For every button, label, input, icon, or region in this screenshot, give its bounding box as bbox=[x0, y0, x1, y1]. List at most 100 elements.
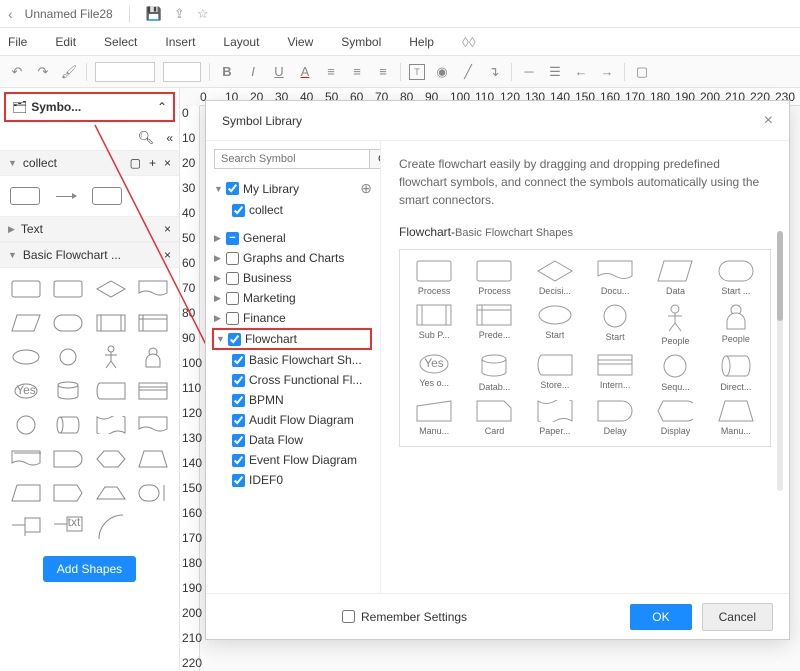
palette-shape[interactable] bbox=[135, 412, 171, 438]
palette-shape[interactable] bbox=[135, 378, 171, 404]
palette-shape[interactable] bbox=[93, 480, 129, 506]
preview-shape[interactable]: Datab... bbox=[466, 354, 522, 392]
palette-shape[interactable] bbox=[50, 446, 86, 472]
preview-shape[interactable]: Delay bbox=[587, 400, 643, 436]
palette-shape[interactable] bbox=[50, 310, 86, 336]
menu-edit[interactable]: Edit bbox=[55, 35, 76, 49]
tree-flowchart[interactable]: ▼Flowchart bbox=[212, 328, 372, 350]
line-icon[interactable]: ╱ bbox=[459, 64, 477, 80]
palette-shape[interactable] bbox=[8, 310, 44, 336]
preview-shape[interactable]: Data bbox=[647, 260, 703, 296]
preview-shape[interactable]: Prede... bbox=[466, 304, 522, 346]
palette-shape[interactable] bbox=[93, 446, 129, 472]
cancel-button[interactable]: Cancel bbox=[702, 603, 773, 631]
scrollbar[interactable] bbox=[777, 231, 783, 491]
preview-shape[interactable]: People bbox=[647, 304, 703, 346]
export-icon[interactable]: ⇪ bbox=[174, 6, 185, 22]
palette-shape[interactable] bbox=[135, 310, 171, 336]
palette-shape[interactable] bbox=[8, 344, 44, 370]
palette-shape[interactable] bbox=[93, 514, 129, 540]
palette-shape[interactable] bbox=[135, 446, 171, 472]
palette-shape[interactable] bbox=[50, 378, 86, 404]
preview-shape[interactable]: Sub P... bbox=[406, 304, 462, 346]
tree-graphs[interactable]: ▶Graphs and Charts bbox=[214, 248, 372, 268]
preview-shape[interactable]: Manu... bbox=[708, 400, 764, 436]
palette-shape[interactable] bbox=[50, 480, 86, 506]
palette-shape[interactable] bbox=[8, 412, 44, 438]
tree-collect[interactable]: collect bbox=[232, 200, 372, 220]
tree-sub[interactable]: IDEF0 bbox=[232, 470, 372, 490]
line-style-icon[interactable]: ─ bbox=[520, 64, 538, 79]
palette-shape[interactable] bbox=[50, 344, 86, 370]
preview-shape[interactable]: Process bbox=[406, 260, 462, 296]
menu-help[interactable]: Help bbox=[409, 35, 434, 49]
edit-icon[interactable]: ▢ bbox=[130, 156, 141, 170]
tree-general[interactable]: ▶−General bbox=[214, 228, 372, 248]
paint-icon[interactable]: 🖌 bbox=[60, 64, 78, 80]
shape-process[interactable] bbox=[10, 187, 40, 205]
arrow-start-icon[interactable]: ← bbox=[572, 64, 590, 79]
font-select[interactable] bbox=[95, 62, 155, 82]
palette-shape[interactable] bbox=[135, 344, 171, 370]
preview-shape[interactable]: Docu... bbox=[587, 260, 643, 296]
undo-icon[interactable]: ↶ bbox=[8, 64, 26, 80]
palette-shape[interactable]: txt bbox=[50, 514, 86, 540]
tree-sub[interactable]: BPMN bbox=[232, 390, 372, 410]
tree-sub[interactable]: Data Flow bbox=[232, 430, 372, 450]
palette-shape[interactable] bbox=[93, 378, 129, 404]
preview-shape[interactable]: Start bbox=[587, 304, 643, 346]
search-icon[interactable]: ◊◊ bbox=[462, 34, 476, 50]
close-icon[interactable]: × bbox=[164, 248, 171, 262]
palette-shape[interactable] bbox=[8, 276, 44, 302]
preview-shape[interactable]: Process bbox=[466, 260, 522, 296]
fill-icon[interactable]: ◉ bbox=[433, 64, 451, 80]
palette-shape[interactable] bbox=[50, 276, 86, 302]
palette-shape[interactable] bbox=[93, 344, 129, 370]
size-select[interactable] bbox=[163, 62, 201, 82]
line-weight-icon[interactable]: ☰ bbox=[546, 64, 564, 80]
close-icon[interactable]: × bbox=[764, 112, 773, 130]
shape-process-2[interactable] bbox=[92, 187, 122, 205]
preview-shape[interactable]: YesYes o... bbox=[406, 354, 462, 392]
save-icon[interactable]: 💾 bbox=[146, 6, 162, 22]
tree-sub[interactable]: Audit Flow Diagram bbox=[232, 410, 372, 430]
connector-icon[interactable]: ↴ bbox=[485, 64, 503, 80]
preview-shape[interactable]: People bbox=[708, 304, 764, 346]
preview-shape[interactable]: Decisi... bbox=[527, 260, 583, 296]
add-shapes-button[interactable]: Add Shapes bbox=[43, 556, 136, 582]
section-text[interactable]: ▶ Text × bbox=[0, 216, 179, 242]
shape-tool-icon[interactable]: ▢ bbox=[633, 64, 651, 80]
palette-shape[interactable] bbox=[93, 276, 129, 302]
tree-sub[interactable]: Cross Functional Fl... bbox=[232, 370, 372, 390]
preview-shape[interactable]: Start bbox=[527, 304, 583, 346]
tree-marketing[interactable]: ▶Marketing bbox=[214, 288, 372, 308]
star-icon[interactable]: ☆ bbox=[197, 6, 209, 22]
section-collect[interactable]: ▼ collect ▢+× bbox=[0, 150, 179, 176]
arrow-end-icon[interactable]: → bbox=[598, 64, 616, 79]
remember-checkbox[interactable]: Remember Settings bbox=[342, 610, 467, 624]
plus-icon[interactable]: ⊕ bbox=[360, 180, 372, 197]
preview-shape[interactable]: Paper... bbox=[527, 400, 583, 436]
valign-icon[interactable]: ≡ bbox=[348, 64, 366, 79]
palette-shape[interactable] bbox=[8, 514, 44, 540]
preview-shape[interactable]: Card bbox=[466, 400, 522, 436]
menu-symbol[interactable]: Symbol bbox=[341, 35, 381, 49]
tree-business[interactable]: ▶Business bbox=[214, 268, 372, 288]
palette-shape[interactable] bbox=[135, 480, 171, 506]
text-tool-icon[interactable]: T bbox=[409, 64, 425, 80]
palette-shape[interactable] bbox=[93, 310, 129, 336]
menu-insert[interactable]: Insert bbox=[165, 35, 195, 49]
chevron-up-icon[interactable]: ⌃ bbox=[157, 100, 167, 114]
tree-my-library[interactable]: ▼My Library⊕ bbox=[214, 177, 372, 200]
palette-shape[interactable] bbox=[8, 446, 44, 472]
menu-view[interactable]: View bbox=[287, 35, 313, 49]
symbol-panel-header[interactable]: 🗂 Symbo... ⌃ bbox=[4, 92, 175, 122]
close-icon[interactable]: × bbox=[164, 222, 171, 236]
palette-shape[interactable] bbox=[8, 480, 44, 506]
preview-shape[interactable]: Display bbox=[647, 400, 703, 436]
palette-shape[interactable] bbox=[50, 412, 86, 438]
preview-shape[interactable]: Direct... bbox=[708, 354, 764, 392]
tree-finance[interactable]: ▶Finance bbox=[214, 308, 372, 328]
search-input[interactable] bbox=[214, 149, 370, 169]
underline-icon[interactable]: U bbox=[270, 64, 288, 79]
